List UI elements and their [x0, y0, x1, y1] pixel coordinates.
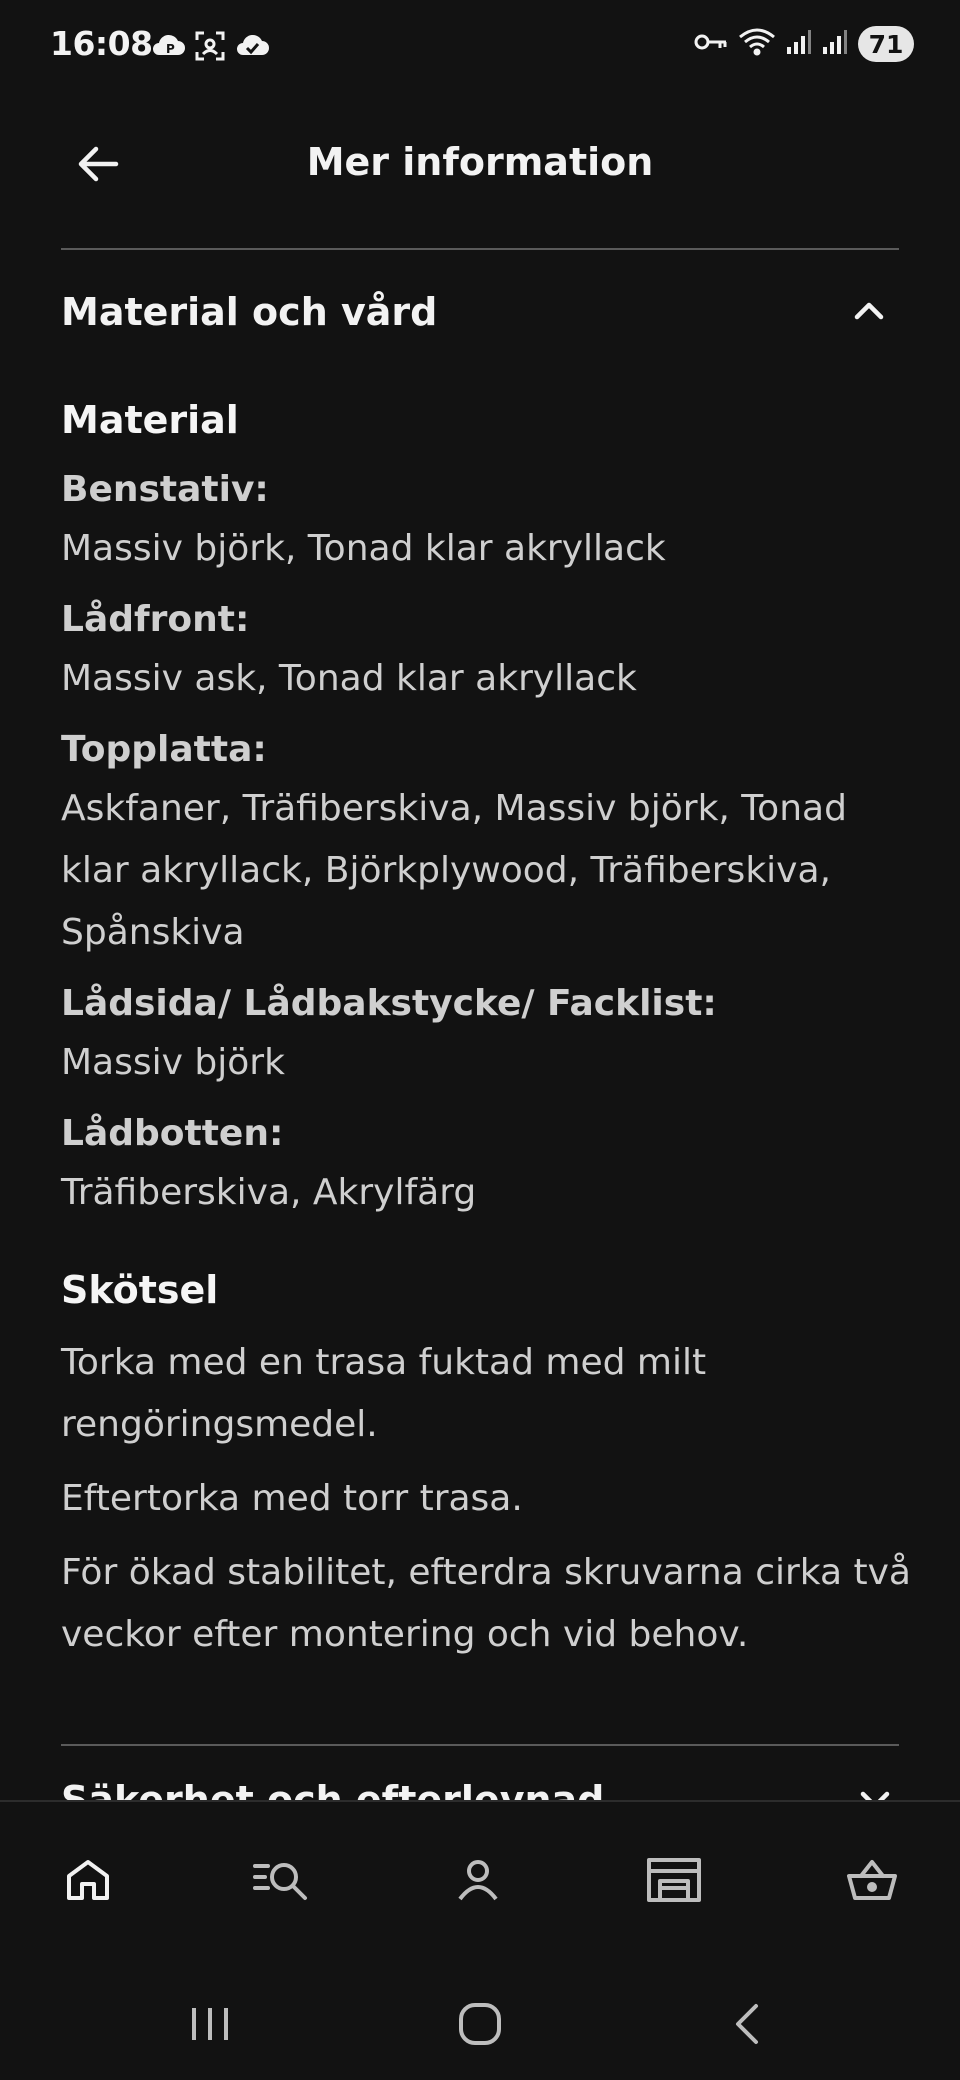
chevron-down-icon	[859, 1790, 891, 1800]
section-content: Material Benstativ: Massiv björk, Tonad …	[61, 390, 911, 1666]
nav-search[interactable]	[242, 1850, 322, 1914]
material-item: Benstativ: Massiv björk, Tonad klar akry…	[61, 462, 911, 580]
status-right-icons: 71	[694, 26, 914, 62]
signal-icon	[786, 29, 812, 59]
cloud-p-icon: P	[150, 31, 186, 65]
chevron-up-icon	[853, 299, 885, 325]
material-item: Lådbotten: Träfiberskiva, Akrylfärg	[61, 1106, 911, 1224]
cloud-check-icon	[234, 31, 270, 65]
section-title: Material och vård	[61, 290, 438, 334]
material-label: Benstativ:	[61, 469, 269, 510]
material-label: Topplatta:	[61, 729, 267, 770]
nav-home[interactable]	[48, 1850, 128, 1914]
status-time: 16:08	[50, 24, 153, 63]
vpn-key-icon	[694, 31, 728, 57]
section-divider	[61, 1744, 899, 1746]
material-value: Askfaner, Träfiberskiva, Massiv björk, T…	[61, 788, 847, 953]
material-value: Massiv björk, Tonad klar akryllack	[61, 528, 666, 569]
status-left-icons: P	[150, 30, 270, 66]
care-heading: Skötsel	[61, 1268, 219, 1312]
scan-icon	[194, 30, 226, 66]
material-label: Lådbotten:	[61, 1113, 284, 1154]
system-back-button[interactable]	[708, 1996, 788, 2056]
material-item: Lådsida/ Lådbakstycke/ Facklist: Massiv …	[61, 976, 911, 1094]
store-icon	[646, 1857, 702, 1907]
bottom-nav	[0, 1800, 960, 1962]
signal-icon	[822, 29, 848, 59]
material-value: Massiv ask, Tonad klar akryllack	[61, 658, 637, 699]
material-item: Lådfront: Massiv ask, Tonad klar akrylla…	[61, 592, 911, 710]
wifi-icon	[738, 27, 776, 61]
system-nav	[0, 1960, 960, 2080]
status-bar: 16:08 P 71	[0, 0, 960, 96]
nav-basket[interactable]	[832, 1850, 912, 1914]
basket-icon	[846, 1858, 898, 1906]
nav-profile[interactable]	[438, 1850, 518, 1914]
system-recents-button[interactable]	[170, 1996, 250, 2056]
header: Mer information	[0, 110, 960, 222]
care-paragraph: För ökad stabilitet, efterdra skruvarna …	[61, 1552, 911, 1655]
nav-store[interactable]	[634, 1850, 714, 1914]
svg-text:P: P	[166, 42, 175, 56]
material-item: Topplatta: Askfaner, Träfiberskiva, Mass…	[61, 722, 911, 964]
section-header-safety[interactable]: Säkerhet och efterlevnad	[61, 1768, 899, 1800]
material-value: Massiv björk	[61, 1042, 285, 1083]
home-circle-icon	[457, 2001, 503, 2051]
header-divider	[61, 248, 899, 250]
back-chevron-icon	[730, 2002, 766, 2050]
profile-icon	[455, 1857, 501, 1907]
battery-indicator: 71	[858, 26, 914, 62]
material-value: Träfiberskiva, Akrylfärg	[61, 1172, 477, 1213]
material-heading: Material	[61, 398, 239, 442]
page-title: Mer information	[306, 140, 654, 184]
material-label: Lådfront:	[61, 599, 250, 640]
section-header-material-care[interactable]: Material och vård	[61, 260, 899, 364]
home-icon	[65, 1858, 111, 1906]
next-section-title: Säkerhet och efterlevnad	[61, 1778, 605, 1800]
material-label: Lådsida/ Lådbakstycke/ Facklist:	[61, 983, 717, 1024]
care-paragraph: Torka med en trasa fuktad med milt rengö…	[61, 1342, 707, 1445]
system-home-button[interactable]	[440, 1996, 520, 2056]
recents-icon	[188, 2004, 232, 2048]
care-paragraph: Eftertorka med torr trasa.	[61, 1478, 523, 1519]
search-icon	[252, 1858, 312, 1906]
